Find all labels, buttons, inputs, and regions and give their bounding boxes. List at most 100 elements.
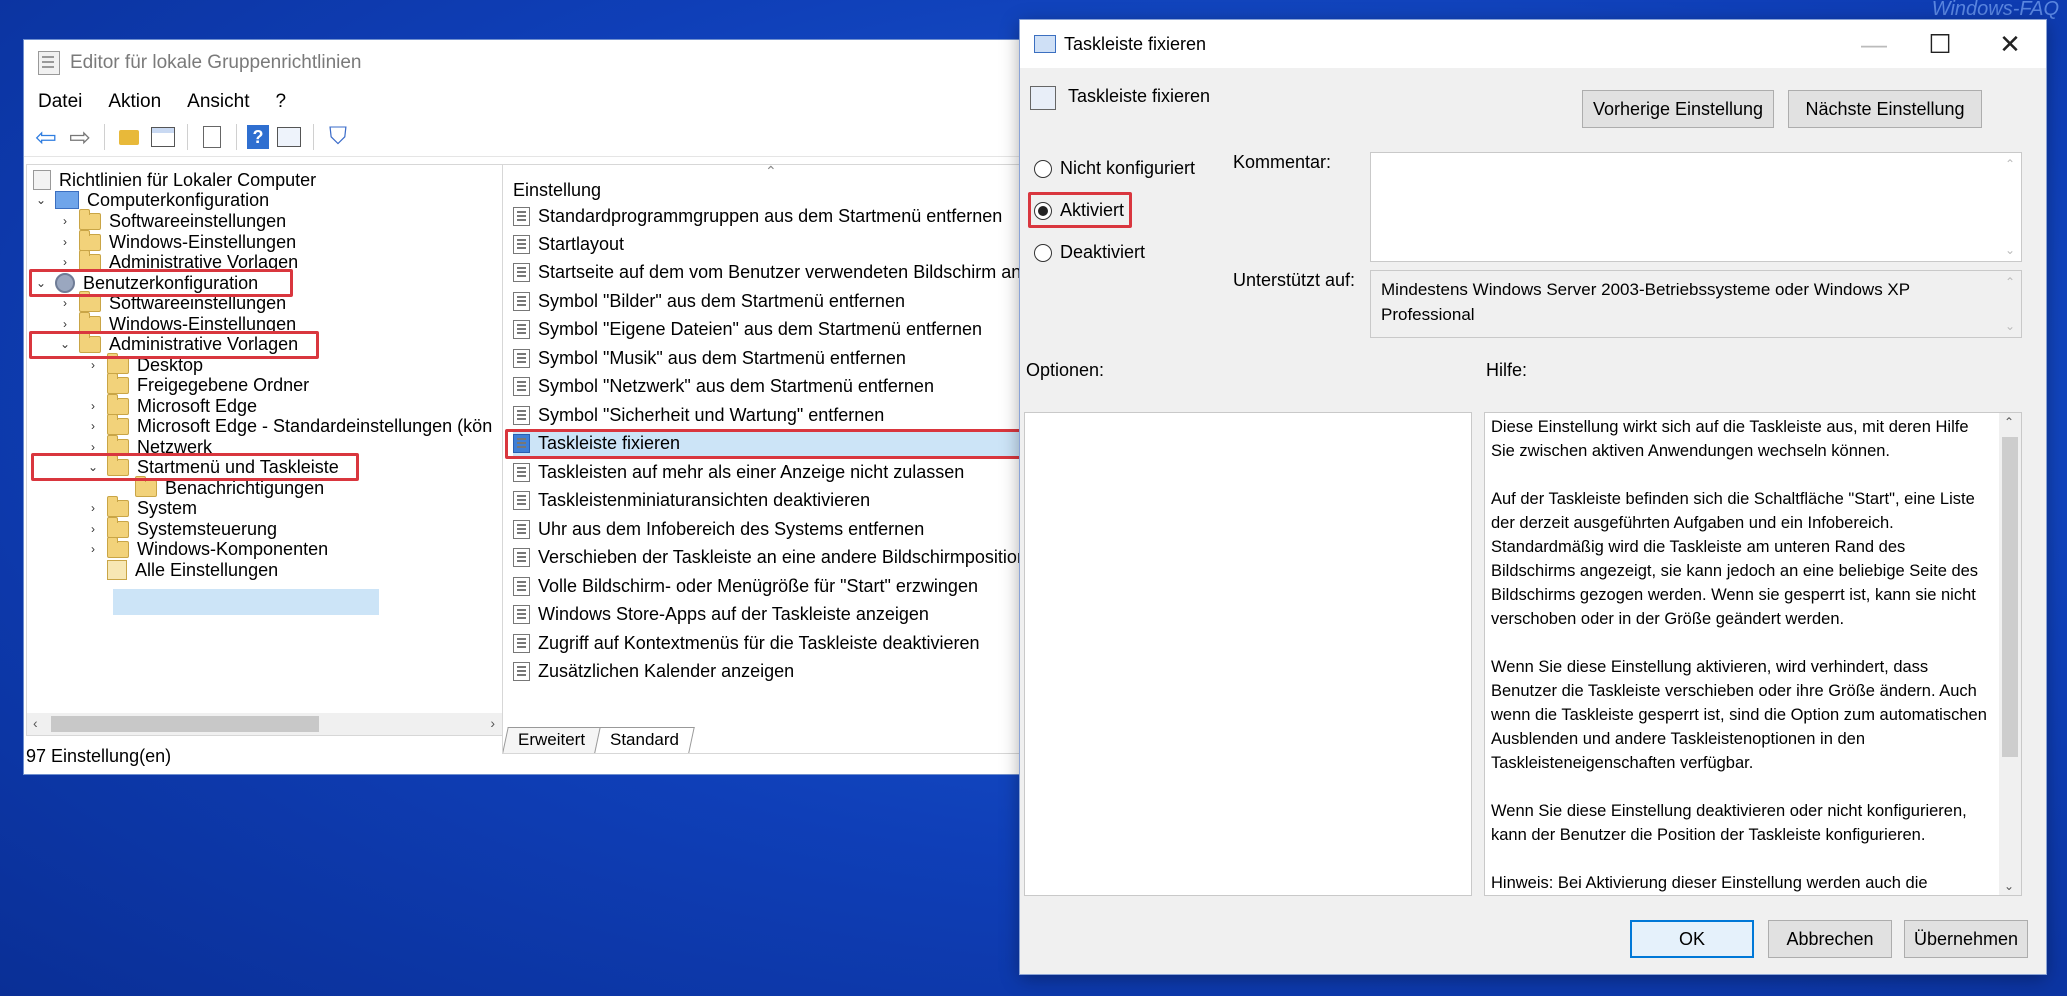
scrollbar-thumb[interactable]: [51, 716, 319, 732]
setting-icon: [513, 234, 530, 254]
chevron-down-icon[interactable]: ⌄: [85, 460, 101, 474]
scroll-up-icon[interactable]: ⌃: [2005, 157, 2015, 171]
sort-up-icon: ⌃: [765, 164, 777, 179]
folder-up-icon[interactable]: [115, 123, 143, 151]
supported-scrollbar[interactable]: ⌃ ⌄: [1999, 271, 2021, 337]
help-panel[interactable]: Diese Einstellung wirkt sich auf die Tas…: [1484, 412, 2022, 896]
list-item[interactable]: Volle Bildschirm- oder Menügröße für "St…: [513, 573, 1025, 599]
minimize-icon[interactable]: —: [1838, 20, 1910, 68]
list-item[interactable]: Symbol "Netzwerk" aus dem Startmenü entf…: [513, 373, 1025, 399]
export-list-icon[interactable]: [198, 123, 226, 151]
chevron-down-icon[interactable]: ⌄: [57, 337, 73, 351]
radio-circle[interactable]: [1034, 159, 1052, 178]
setting-window-icon: [1034, 35, 1056, 53]
status-bar: 97 Einstellung(en): [26, 738, 496, 774]
chevron-right-icon[interactable]: ›: [85, 501, 101, 515]
comment-textarea[interactable]: ⌃ ⌄: [1370, 152, 2022, 262]
chevron-right-icon[interactable]: ›: [85, 419, 101, 433]
menu-help[interactable]: ?: [275, 91, 286, 113]
list-item[interactable]: Symbol "Sicherheit und Wartung" entferne…: [513, 402, 1025, 428]
tree-alle-einstellungen[interactable]: Alle Einstellungen: [107, 557, 278, 583]
list-item[interactable]: Symbol "Musik" aus dem Startmenü entfern…: [513, 345, 1025, 371]
chevron-right-icon[interactable]: ›: [85, 358, 101, 372]
menu-datei[interactable]: Datei: [38, 91, 82, 113]
scroll-down-icon[interactable]: ⌄: [2004, 879, 2014, 893]
ok-button[interactable]: OK: [1630, 920, 1754, 958]
back-arrow-icon[interactable]: ⇦: [32, 122, 60, 152]
radio-circle[interactable]: [1034, 243, 1052, 262]
options-label: Optionen:: [1026, 360, 1105, 380]
comment-label: Kommentar:: [1233, 152, 1332, 172]
list-item[interactable]: Taskleistenminiaturansichten deaktiviere…: [513, 487, 1025, 513]
policy-setting-dialog: Taskleiste fixieren — ☐ ✕ Taskleiste fix…: [1020, 20, 2046, 974]
navigation-tree[interactable]: Richtlinien für Lokaler Computer ⌄ Compu…: [26, 164, 504, 736]
tree-horizontal-scrollbar[interactable]: ‹ ›: [27, 713, 503, 735]
properties-icon[interactable]: [275, 123, 303, 151]
supported-on-field: Mindestens Windows Server 2003-Betriebss…: [1370, 270, 2022, 338]
scroll-right-icon[interactable]: ›: [490, 715, 495, 731]
scroll-down-icon[interactable]: ⌄: [2005, 243, 2015, 257]
settings-list[interactable]: ⌃ Einstellung Standardprogrammgruppen au…: [502, 164, 1026, 754]
list-item[interactable]: Startseite auf dem vom Benutzer verwende…: [513, 259, 1025, 285]
comment-scrollbar[interactable]: ⌃ ⌄: [1999, 153, 2021, 261]
chevron-right-icon[interactable]: ›: [57, 235, 73, 249]
chevron-right-icon[interactable]: ›: [85, 542, 101, 556]
list-item[interactable]: Uhr aus dem Infobereich des Systems entf…: [513, 516, 1025, 542]
scroll-up-icon[interactable]: ⌃: [2004, 415, 2014, 429]
chevron-right-icon[interactable]: ›: [57, 255, 73, 269]
list-item[interactable]: Startlayout: [513, 231, 1025, 257]
setting-icon: [513, 576, 530, 596]
scroll-up-icon[interactable]: ⌃: [2005, 275, 2015, 289]
menu-ansicht[interactable]: Ansicht: [187, 91, 249, 113]
list-item[interactable]: Windows Store-Apps auf der Taskleiste an…: [513, 601, 1025, 627]
folder-open-icon: [107, 454, 129, 476]
editor-title: Editor für lokale Gruppenrichtlinien: [70, 52, 362, 73]
list-item[interactable]: Standardprogrammgruppen aus dem Startmen…: [513, 203, 1025, 229]
editor-title-bar: Editor für lokale Gruppenrichtlinien: [24, 40, 1024, 86]
radio-circle-selected[interactable]: [1034, 201, 1052, 220]
chevron-right-icon[interactable]: ›: [57, 296, 73, 310]
setting-header-label: Taskleiste fixieren: [1068, 86, 1211, 106]
list-item[interactable]: Symbol "Bilder" aus dem Startmenü entfer…: [513, 288, 1025, 314]
list-item[interactable]: Verschieben der Taskleiste an eine ander…: [513, 544, 1025, 570]
forward-arrow-icon[interactable]: ⇨: [66, 122, 94, 152]
maximize-icon[interactable]: ☐: [1904, 20, 1976, 68]
setting-icon: [513, 262, 530, 282]
list-item[interactable]: Symbol "Eigene Dateien" aus dem Startmen…: [513, 316, 1025, 342]
radio-nicht-konfiguriert[interactable]: Nicht konfiguriert: [1034, 158, 1195, 179]
radio-aktiviert[interactable]: Aktiviert: [1034, 200, 1124, 221]
grid-view-icon[interactable]: [149, 123, 177, 151]
previous-setting-button[interactable]: Vorherige Einstellung: [1582, 90, 1774, 128]
chevron-down-icon[interactable]: ⌄: [33, 276, 49, 290]
list-item[interactable]: Taskleisten auf mehr als einer Anzeige n…: [513, 459, 1025, 485]
list-item[interactable]: Zugriff auf Kontextmenüs für die Tasklei…: [513, 630, 1025, 656]
cancel-button[interactable]: Abbrechen: [1768, 920, 1892, 958]
menu-aktion[interactable]: Aktion: [108, 91, 161, 113]
chevron-right-icon[interactable]: ›: [57, 214, 73, 228]
chevron-down-icon[interactable]: ⌄: [33, 193, 49, 207]
folder-icon: [79, 331, 101, 353]
close-icon[interactable]: ✕: [1974, 20, 2046, 68]
column-header-einstellung[interactable]: ⌃ Einstellung: [503, 165, 1025, 203]
list-item-selected[interactable]: Taskleiste fixieren: [513, 430, 1025, 456]
help-scrollbar[interactable]: ⌃ ⌄: [1999, 413, 2021, 895]
supported-value: Mindestens Windows Server 2003-Betriebss…: [1381, 280, 1910, 324]
tab-standard[interactable]: Standard: [594, 727, 695, 753]
scroll-down-icon[interactable]: ⌄: [2005, 319, 2015, 333]
scrollbar-thumb[interactable]: [2002, 437, 2018, 757]
apply-button[interactable]: Übernehmen: [1904, 920, 2028, 958]
supported-label: Unterstützt auf:: [1233, 270, 1356, 290]
chevron-right-icon[interactable]: ›: [57, 317, 73, 331]
folder-icon: [107, 393, 129, 415]
chevron-right-icon[interactable]: ›: [85, 440, 101, 454]
chevron-right-icon[interactable]: ›: [85, 399, 101, 413]
next-setting-button[interactable]: Nächste Einstellung: [1788, 90, 1982, 128]
list-item[interactable]: Zusätzlichen Kalender anzeigen: [513, 658, 1025, 684]
radio-deaktiviert[interactable]: Deaktiviert: [1034, 242, 1145, 263]
filter-icon[interactable]: ⛉: [324, 123, 352, 151]
tab-erweitert[interactable]: Erweitert: [503, 727, 601, 753]
chevron-right-icon[interactable]: ›: [85, 522, 101, 536]
help-icon[interactable]: ?: [247, 125, 269, 149]
scroll-left-icon[interactable]: ‹: [33, 715, 38, 731]
folder-icon: [79, 229, 101, 251]
